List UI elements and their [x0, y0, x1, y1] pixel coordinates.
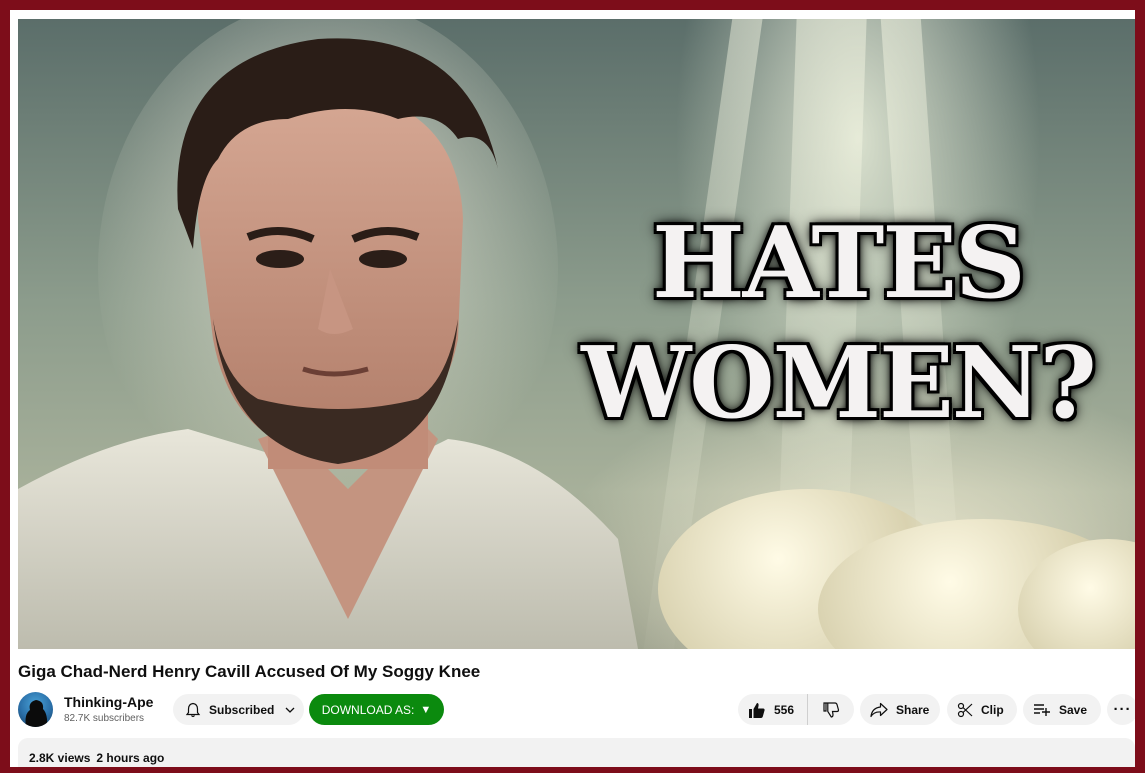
like-count: 556: [774, 702, 795, 717]
page-frame: HATES WOMEN? Giga Chad-Nerd Henry Cavill…: [10, 10, 1135, 767]
share-arrow-icon: [870, 702, 888, 718]
share-label: Share: [896, 702, 930, 717]
bell-icon: [185, 702, 201, 718]
headline-line-2: WOMEN?: [581, 326, 1097, 441]
more-actions-button[interactable]: ···: [1107, 694, 1135, 725]
thumbs-up-icon: [748, 701, 766, 719]
video-metadata: 2.8K views 2 hours ago: [29, 751, 164, 765]
ape-silhouette-icon: [25, 700, 48, 727]
upload-time: 2 hours ago: [96, 751, 165, 765]
channel-name[interactable]: Thinking-Ape: [64, 694, 153, 710]
subscribed-button[interactable]: Subscribed: [173, 694, 304, 725]
thumbnail-person-illustration: [18, 19, 638, 649]
download-arrow-icon: ▼: [420, 703, 432, 716]
more-dots-icon: ···: [1113, 701, 1132, 718]
video-title: Giga Chad-Nerd Henry Cavill Accused Of M…: [18, 662, 481, 681]
video-player[interactable]: HATES WOMEN?: [18, 19, 1135, 649]
description-box[interactable]: 2.8K views 2 hours ago: [18, 738, 1135, 767]
view-count: 2.8K views: [29, 751, 91, 765]
channel-avatar[interactable]: [18, 692, 53, 727]
download-as-button[interactable]: DOWNLOAD AS: ▼: [309, 694, 444, 725]
like-button[interactable]: 556: [738, 694, 808, 725]
playlist-add-icon: [1033, 702, 1051, 718]
save-label: Save: [1059, 702, 1088, 717]
scissors-icon: [957, 702, 973, 718]
download-label: DOWNLOAD AS:: [321, 702, 415, 717]
like-dislike-group: 556: [738, 694, 854, 725]
subscriber-count: 82.7K subscribers: [64, 713, 145, 724]
chevron-down-icon: [284, 704, 296, 716]
thumbnail-headline: HATES WOMEN?: [558, 204, 1118, 444]
headline-line-1: HATES: [652, 206, 1026, 321]
subscribed-label: Subscribed: [209, 702, 275, 717]
channel-action-row: Thinking-Ape 82.7K subscribers Subscribe…: [18, 692, 1135, 728]
clip-button[interactable]: Clip: [947, 694, 1017, 725]
dislike-button[interactable]: [808, 694, 854, 725]
thumbs-down-icon: [822, 701, 840, 719]
save-button[interactable]: Save: [1023, 694, 1101, 725]
share-button[interactable]: Share: [860, 694, 940, 725]
clip-label: Clip: [981, 702, 1004, 717]
